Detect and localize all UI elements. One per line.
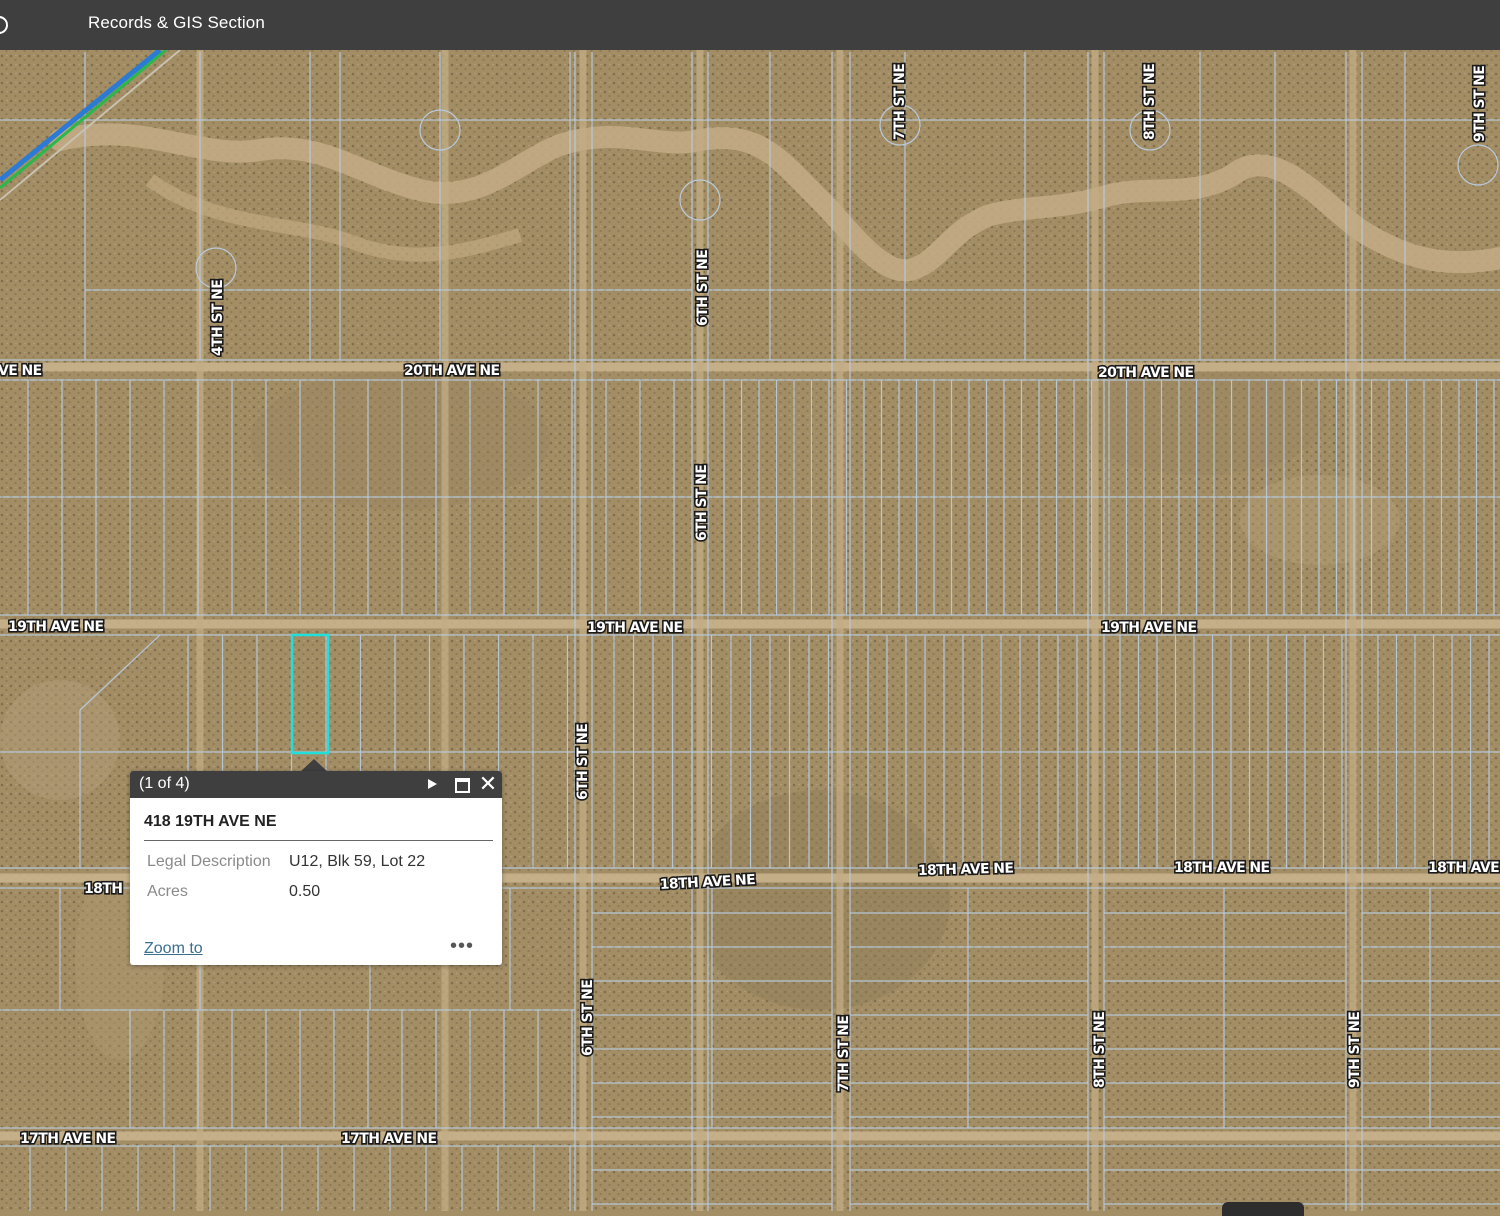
popup-divider: [144, 840, 493, 841]
street-label: 18TH AVE NE: [1174, 860, 1269, 876]
app-header: Records & GIS Section: [0, 0, 1500, 50]
street-label: 17TH AVE NE: [20, 1131, 115, 1147]
street-label: 7TH ST NE: [836, 1016, 852, 1092]
street-label: 6TH ST NE: [695, 250, 711, 326]
app-title: Records & GIS Section: [88, 13, 265, 32]
street-label: 19TH AVE NE: [587, 620, 682, 636]
street-label: 9TH ST NE: [1472, 66, 1488, 142]
street-label: 6TH ST NE: [694, 465, 710, 541]
terrain-patch: [250, 370, 550, 510]
bottom-widget-tab[interactable]: [1222, 1202, 1304, 1216]
attribute-label: Legal Description: [147, 853, 271, 870]
street-label: 18TH AVE: [1428, 860, 1499, 876]
attribute-label: Acres: [147, 883, 188, 900]
street-label: 20TH AVE NE: [404, 363, 499, 379]
terrain-patch: [1240, 475, 1400, 565]
street-label: 18TH: [84, 881, 122, 897]
map-view[interactable]: 20TH AVE NE 20TH AVE NE VE NE 19TH AVE N…: [0, 50, 1500, 1211]
street-label: 19TH AVE NE: [8, 619, 103, 635]
popup-header: (1 of 4) ✕: [130, 771, 502, 798]
street-label: 4TH ST NE: [210, 280, 226, 356]
street-label: 7TH ST NE: [892, 64, 908, 140]
street-label: 8TH ST NE: [1142, 64, 1158, 140]
map-canvas[interactable]: 20TH AVE NE 20TH AVE NE VE NE 19TH AVE N…: [0, 50, 1500, 1211]
zoom-to-link[interactable]: Zoom to: [144, 940, 203, 958]
terrain-patch: [0, 680, 120, 800]
feature-popup[interactable]: (1 of 4) ✕ 418 19TH AVE NE Legal Descrip…: [130, 771, 502, 965]
street-label: 17TH AVE NE: [341, 1131, 436, 1147]
popup-title: 418 19TH AVE NE: [144, 813, 277, 830]
terrain-patch: [1075, 365, 1325, 475]
popup-feature-count: (1 of 4): [139, 775, 190, 792]
more-actions-icon[interactable]: •••: [450, 935, 474, 958]
attribute-value: U12, Blk 59, Lot 22: [289, 853, 426, 870]
app-logo-icon[interactable]: [0, 16, 8, 34]
next-feature-icon[interactable]: [422, 774, 442, 794]
close-icon[interactable]: ✕: [478, 773, 498, 795]
street-label: 9TH ST NE: [1347, 1012, 1363, 1088]
street-label: 8TH ST NE: [1092, 1012, 1108, 1088]
street-label: 20TH AVE NE: [1098, 365, 1193, 381]
street-label: 6TH ST NE: [580, 980, 596, 1056]
street-label: VE NE: [0, 363, 42, 379]
street-label: 18TH AVE NE: [918, 861, 1014, 879]
dock-popup-icon[interactable]: [452, 774, 472, 794]
street-label: 19TH AVE NE: [1101, 620, 1196, 636]
street-label: 6TH ST NE: [575, 724, 591, 800]
attribute-value: 0.50: [289, 883, 321, 900]
terrain-patch: [690, 790, 950, 1010]
